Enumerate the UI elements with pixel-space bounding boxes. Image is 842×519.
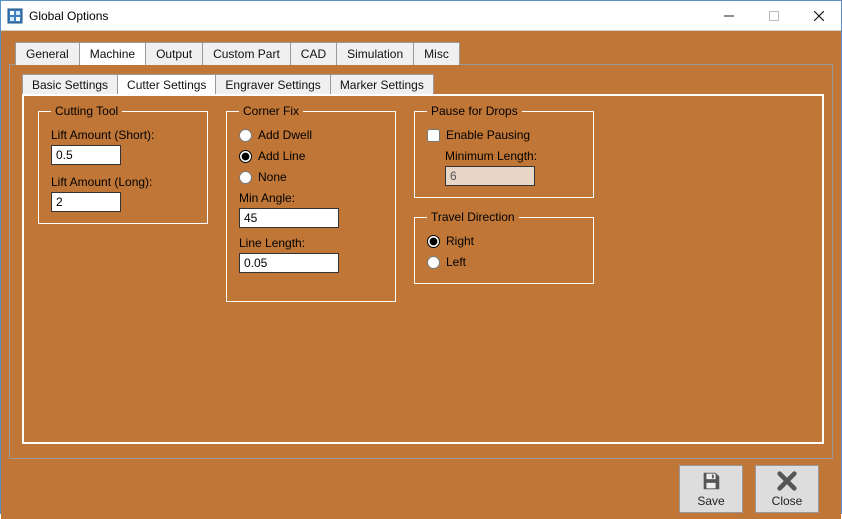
legend-travel-direction: Travel Direction [427,210,519,224]
input-min-length [445,166,535,186]
radio-row-add-line[interactable]: Add Line [239,149,383,163]
maximize-button [751,1,796,30]
tab-simulation[interactable]: Simulation [336,42,414,65]
app-icon [7,8,23,24]
tab-cad[interactable]: CAD [290,42,337,65]
radio-row-none[interactable]: None [239,170,383,184]
radio-row-right[interactable]: Right [427,234,581,248]
label-lift-short: Lift Amount (Short): [51,128,195,142]
legend-corner-fix: Corner Fix [239,104,303,118]
save-button[interactable]: Save [679,465,743,513]
minimize-button[interactable] [706,1,751,30]
radio-add-line[interactable] [239,150,252,163]
label-line-length: Line Length: [239,236,383,250]
close-button[interactable]: Close [755,465,819,513]
group-pause-drops: Pause for Drops Enable Pausing Minimum L… [414,104,594,198]
label-right: Right [446,234,474,248]
minimize-icon [724,11,734,21]
radio-left[interactable] [427,256,440,269]
sub-tabs: Basic Settings Cutter Settings Engraver … [22,73,832,94]
subtab-engraver[interactable]: Engraver Settings [215,74,330,95]
tab-general[interactable]: General [15,42,80,65]
tab-custom-part[interactable]: Custom Part [202,42,291,65]
titlebar: Global Options [1,1,841,31]
window: Global Options General Machine Output Cu… [0,0,842,514]
save-label: Save [697,494,724,508]
close-window-button[interactable] [796,1,841,30]
main-tabs: General Machine Output Custom Part CAD S… [15,41,833,64]
check-row-enable-pausing[interactable]: Enable Pausing [427,128,581,142]
label-add-dwell: Add Dwell [258,128,312,142]
tab-output[interactable]: Output [145,42,203,65]
radio-row-add-dwell[interactable]: Add Dwell [239,128,383,142]
input-line-length[interactable] [239,253,339,273]
radio-row-left[interactable]: Left [427,255,581,269]
maximize-icon [769,11,779,21]
close-icon [814,11,824,21]
radio-none[interactable] [239,171,252,184]
window-controls [706,1,841,30]
footer: Save Close [9,459,833,519]
label-add-line: Add Line [258,149,305,163]
main-tab-panel: Basic Settings Cutter Settings Engraver … [9,64,833,459]
group-cutting-tool: Cutting Tool Lift Amount (Short): Lift A… [38,104,208,224]
close-label: Close [772,494,803,508]
label-left: Left [446,255,466,269]
legend-cutting-tool: Cutting Tool [51,104,122,118]
group-travel-direction: Travel Direction Right Left [414,210,594,284]
subtab-marker[interactable]: Marker Settings [330,74,434,95]
radio-right[interactable] [427,235,440,248]
input-lift-long[interactable] [51,192,121,212]
subtab-cutter[interactable]: Cutter Settings [117,74,216,95]
label-lift-long: Lift Amount (Long): [51,175,195,189]
subtab-panel: Cutting Tool Lift Amount (Short): Lift A… [22,94,824,444]
label-min-length: Minimum Length: [445,149,581,163]
subtab-basic[interactable]: Basic Settings [22,74,118,95]
tab-machine[interactable]: Machine [79,42,146,65]
label-none: None [258,170,287,184]
input-lift-short[interactable] [51,145,121,165]
save-icon [700,470,722,492]
radio-add-dwell[interactable] [239,129,252,142]
legend-pause-drops: Pause for Drops [427,104,522,118]
label-enable-pausing: Enable Pausing [446,128,530,142]
group-corner-fix: Corner Fix Add Dwell Add Line None M [226,104,396,302]
tab-misc[interactable]: Misc [413,42,460,65]
input-min-angle[interactable] [239,208,339,228]
window-title: Global Options [29,9,706,23]
checkbox-enable-pausing[interactable] [427,129,440,142]
client-area: General Machine Output Custom Part CAD S… [1,31,841,519]
close-x-icon [776,470,798,492]
label-min-angle: Min Angle: [239,191,383,205]
